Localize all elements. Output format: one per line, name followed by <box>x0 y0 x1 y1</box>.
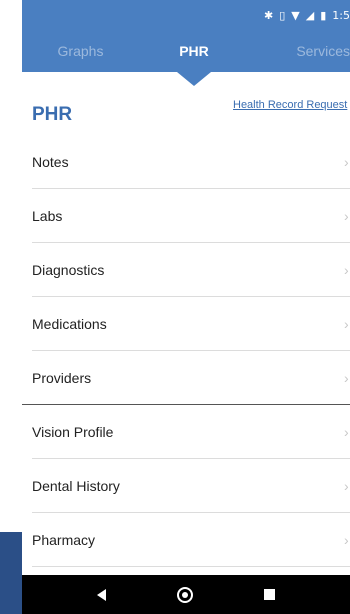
list-item-label: Notes <box>32 154 69 170</box>
back-icon[interactable] <box>97 588 107 601</box>
system-nav-bar <box>22 575 350 614</box>
chevron-right-icon: › <box>344 208 349 224</box>
bluetooth-icon: ✱ <box>264 8 274 22</box>
tab-services[interactable]: Services <box>249 30 350 72</box>
home-icon[interactable] <box>176 586 193 603</box>
health-record-request-link[interactable]: Health Record Request <box>233 99 347 111</box>
recent-apps-icon[interactable] <box>263 589 275 600</box>
chevron-right-icon: › <box>344 424 349 440</box>
chevron-right-icon: › <box>344 532 349 548</box>
list-item-medications[interactable]: Medications › <box>22 297 350 351</box>
list-item-dental-history[interactable]: Dental History › <box>22 459 350 513</box>
chevron-right-icon: › <box>344 154 349 170</box>
list-item-label: Dental History <box>32 478 120 494</box>
wifi-icon: ▼ <box>291 8 300 22</box>
tab-phr[interactable]: PHR <box>139 30 249 72</box>
active-tab-indicator <box>177 72 211 86</box>
signal-icon: ◢ <box>305 8 315 22</box>
list-item-label: Pharmacy <box>32 532 96 548</box>
chevron-right-icon: › <box>344 316 349 332</box>
list-item-notes[interactable]: Notes › <box>22 135 350 189</box>
chevron-right-icon: › <box>344 262 349 278</box>
chevron-right-icon: › <box>344 370 349 386</box>
list-item-label: Diagnostics <box>32 262 105 278</box>
chevron-right-icon: › <box>344 478 349 494</box>
tab-bar: Graphs PHR Services <box>22 30 350 72</box>
list-item-labs[interactable]: Labs › <box>22 189 350 243</box>
list-item-label: Labs <box>32 208 63 224</box>
list-item-providers[interactable]: Providers › <box>22 351 350 405</box>
battery-icon: ▮ <box>320 8 327 22</box>
list-item-vision-profile[interactable]: Vision Profile › <box>22 405 350 459</box>
list-item-label: Providers <box>32 370 92 386</box>
list-item-pharmacy[interactable]: Pharmacy › <box>22 513 350 567</box>
list-item-label: Vision Profile <box>32 424 114 440</box>
list-item-label: Medications <box>32 316 107 332</box>
vibrate-icon: ▯ <box>279 8 286 22</box>
status-time: 1:5 <box>332 8 350 22</box>
phone-screen: ✱ ▯ ▼ ◢ ▮ 1:5 Graphs PHR Services PHR He… <box>22 0 350 614</box>
tab-graphs[interactable]: Graphs <box>22 30 139 72</box>
background-panel <box>0 532 22 614</box>
divider <box>32 566 350 567</box>
status-bar: ✱ ▯ ▼ ◢ ▮ 1:5 <box>22 0 350 30</box>
phr-list: Notes › Labs › Diagnostics › Medications… <box>22 135 350 567</box>
page-title: PHR <box>32 104 73 125</box>
list-item-diagnostics[interactable]: Diagnostics › <box>22 243 350 297</box>
